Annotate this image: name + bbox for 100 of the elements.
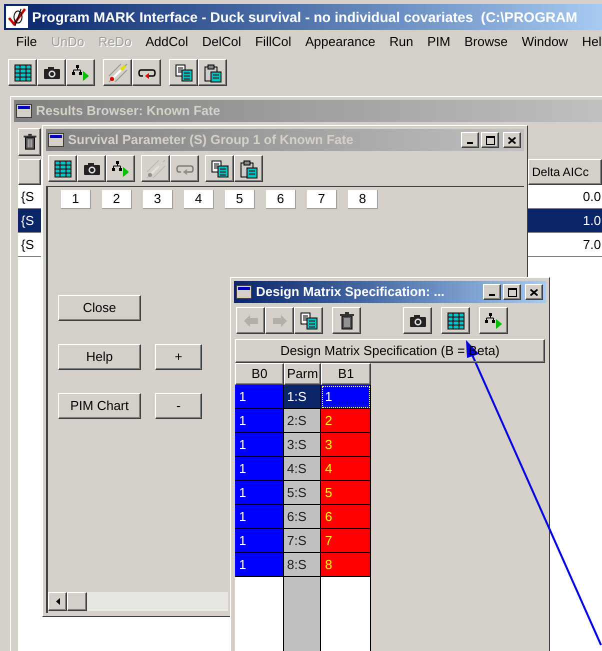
window-icon bbox=[48, 133, 64, 147]
table-icon bbox=[446, 310, 466, 330]
row-label[interactable]: 5:S bbox=[284, 481, 321, 505]
toolbar-button[interactable] bbox=[132, 59, 161, 86]
menu-item[interactable]: PIM bbox=[427, 32, 450, 52]
matrix-cell[interactable]: 8 bbox=[321, 553, 371, 577]
matrix-cell[interactable]: 3 bbox=[321, 433, 371, 457]
matrix-cell[interactable]: 4 bbox=[321, 457, 371, 481]
toolbar-button[interactable] bbox=[103, 59, 132, 86]
table-icon bbox=[52, 158, 72, 178]
row-label[interactable]: 1:S bbox=[284, 385, 321, 409]
copy-icon bbox=[210, 158, 230, 178]
matrix-cell[interactable]: 1 bbox=[235, 385, 284, 409]
column-label: 3 bbox=[143, 190, 173, 209]
toolbar-button[interactable] bbox=[441, 307, 470, 334]
action-button[interactable]: Close bbox=[58, 295, 141, 321]
column-header[interactable]: Delta AICc bbox=[528, 159, 602, 185]
scroll-left-button[interactable] bbox=[48, 592, 67, 611]
minimize-button[interactable] bbox=[483, 284, 501, 300]
toolbar-button[interactable] bbox=[48, 155, 77, 182]
tree-play-icon bbox=[70, 62, 90, 82]
matrix-cell[interactable]: 1 bbox=[235, 409, 284, 433]
close-button[interactable] bbox=[525, 284, 543, 300]
trash-icon bbox=[20, 133, 38, 151]
maximize-icon bbox=[486, 136, 494, 144]
delete-button[interactable] bbox=[18, 128, 41, 156]
maximize-icon bbox=[508, 288, 516, 296]
toolbar-button[interactable] bbox=[8, 59, 37, 86]
row-label[interactable]: 3:S bbox=[284, 433, 321, 457]
window-title: Design Matrix Specification: ... bbox=[256, 283, 446, 302]
paste-icon bbox=[238, 158, 258, 178]
table-cell[interactable]: {S bbox=[18, 209, 41, 233]
scroll-thumb[interactable] bbox=[67, 592, 87, 611]
menu-item[interactable]: Run bbox=[389, 32, 414, 52]
matrix-cell[interactable]: 5 bbox=[321, 481, 371, 505]
column-label: 1 bbox=[61, 190, 91, 209]
row-label[interactable]: 7:S bbox=[284, 529, 321, 553]
scrollbar[interactable] bbox=[48, 592, 228, 611]
wand-icon bbox=[146, 158, 166, 178]
app-logo-icon bbox=[6, 6, 28, 28]
close-button[interactable] bbox=[503, 132, 521, 148]
column-header[interactable]: B1 bbox=[321, 363, 371, 385]
row-label[interactable]: 6:S bbox=[284, 505, 321, 529]
matrix-cell[interactable]: 1 bbox=[235, 433, 284, 457]
copy-icon bbox=[174, 62, 194, 82]
window-icon bbox=[236, 285, 252, 299]
menu-item[interactable]: FillCol bbox=[255, 32, 292, 52]
menu-item[interactable]: Appearance bbox=[305, 32, 376, 52]
toolbar-button[interactable] bbox=[106, 155, 135, 182]
matrix-cell[interactable]: 1 bbox=[235, 529, 284, 553]
toolbar-button[interactable] bbox=[403, 307, 432, 334]
left-arrow-icon bbox=[56, 598, 60, 605]
toolbar-button[interactable] bbox=[234, 155, 263, 182]
toolbar-button[interactable] bbox=[77, 155, 106, 182]
minimize-icon bbox=[489, 294, 495, 296]
maximize-button[interactable] bbox=[481, 132, 499, 148]
column-header[interactable]: Parm bbox=[284, 363, 321, 385]
matrix-cell[interactable]: 7 bbox=[321, 529, 371, 553]
matrix-cell[interactable]: 1 bbox=[235, 481, 284, 505]
toolbar-button[interactable] bbox=[37, 59, 66, 86]
maximize-button[interactable] bbox=[503, 284, 521, 300]
tree-play-icon bbox=[110, 158, 130, 178]
column-label: 2 bbox=[102, 190, 132, 209]
menu-item[interactable]: DelCol bbox=[202, 32, 242, 52]
action-button[interactable]: - bbox=[155, 393, 202, 419]
wand-icon bbox=[108, 62, 128, 82]
menu-item[interactable]: File bbox=[16, 32, 37, 52]
column-label: 7 bbox=[307, 190, 337, 209]
row-label[interactable]: 4:S bbox=[284, 457, 321, 481]
toolbar-button[interactable] bbox=[332, 307, 361, 334]
column-header[interactable]: B0 bbox=[235, 363, 284, 385]
tree-play-icon bbox=[484, 310, 504, 330]
minimize-button[interactable] bbox=[461, 132, 479, 148]
paste-icon bbox=[202, 62, 222, 82]
table-cell[interactable]: 1.0 bbox=[528, 209, 602, 233]
row-label[interactable]: 2:S bbox=[284, 409, 321, 433]
window-title: Results Browser: Known Fate bbox=[36, 102, 222, 120]
matrix-cell[interactable]: 1 bbox=[235, 553, 284, 577]
action-button[interactable]: + bbox=[155, 344, 202, 370]
row-label[interactable]: 8:S bbox=[284, 553, 321, 577]
matrix-cell[interactable]: 6 bbox=[321, 505, 371, 529]
matrix-cell[interactable]: 2 bbox=[321, 409, 371, 433]
toolbar-button[interactable] bbox=[169, 59, 198, 86]
matrix-cell[interactable]: 1 bbox=[235, 457, 284, 481]
window-icon bbox=[16, 104, 32, 118]
menu-item[interactable]: Hel bbox=[582, 32, 602, 52]
window-title: Program MARK Interface - Duck survival - no individual covariates (C:\PROGRAM bbox=[32, 8, 578, 27]
menu-item[interactable]: Window bbox=[522, 32, 568, 52]
matrix-cell[interactable]: 1 bbox=[321, 385, 371, 409]
matrix-cell[interactable]: 1 bbox=[235, 505, 284, 529]
action-button[interactable]: Help bbox=[58, 344, 141, 370]
menu-item[interactable]: Browse bbox=[464, 32, 508, 52]
toolbar-button[interactable] bbox=[205, 155, 234, 182]
toolbar-button[interactable] bbox=[294, 307, 323, 334]
column-label: 5 bbox=[225, 190, 255, 209]
toolbar-button[interactable] bbox=[479, 307, 508, 334]
menu-item[interactable]: AddCol bbox=[145, 32, 188, 52]
toolbar-button[interactable] bbox=[198, 59, 227, 86]
toolbar-button[interactable] bbox=[66, 59, 95, 86]
action-button[interactable]: PIM Chart bbox=[58, 393, 141, 419]
